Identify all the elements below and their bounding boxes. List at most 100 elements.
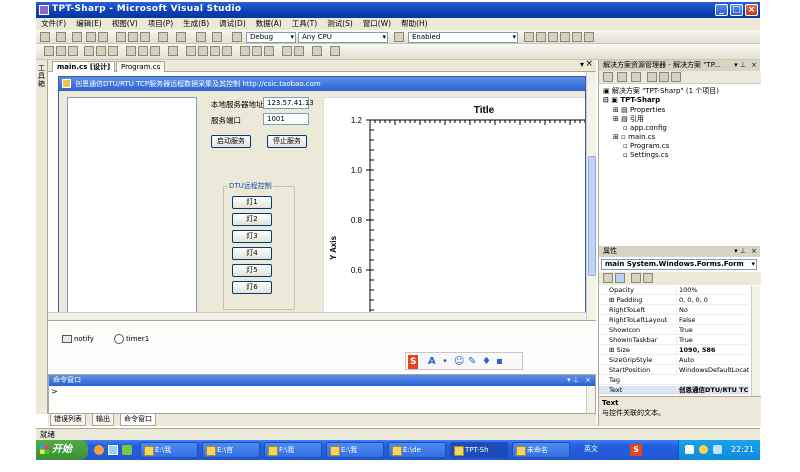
start-page-icon[interactable] xyxy=(572,32,582,42)
more-icon[interactable] xyxy=(584,32,594,42)
tab-command-window[interactable]: 命令窗口 xyxy=(120,414,156,426)
menu-file[interactable]: 文件(F) xyxy=(36,18,71,30)
taskbar-explorer-2[interactable]: E:\官 xyxy=(202,442,260,458)
solution-platform-select[interactable]: Any CPU xyxy=(298,32,388,43)
volume-icon[interactable] xyxy=(699,445,708,454)
property-row[interactable]: Text 创恩通信DTU/RTU TC xyxy=(599,386,749,395)
tab-output[interactable]: 输出 xyxy=(92,414,114,426)
property-row[interactable]: SizeGripStyle Auto xyxy=(599,356,749,365)
lamp-3-button[interactable]: 灯3 xyxy=(232,230,272,243)
quick-launch-desktop-icon[interactable] xyxy=(108,445,118,455)
save-icon[interactable] xyxy=(86,32,96,42)
command-window-close-icon[interactable]: × xyxy=(585,375,591,386)
network-icon[interactable] xyxy=(685,445,694,454)
menu-help[interactable]: 帮助(H) xyxy=(396,18,433,30)
find-icon[interactable] xyxy=(394,32,404,42)
ime-emoji-icon[interactable]: ☺ xyxy=(454,355,464,369)
lamp-4-button[interactable]: 灯4 xyxy=(232,247,272,260)
properties-view-icon[interactable] xyxy=(603,72,613,82)
start-button[interactable]: 开始 xyxy=(36,440,88,460)
message-listbox[interactable] xyxy=(67,97,197,319)
security-icon[interactable] xyxy=(713,445,722,454)
align-right-icon[interactable] xyxy=(68,46,78,56)
property-value[interactable]: True xyxy=(676,326,749,335)
property-value[interactable]: 创恩通信DTU/RTU TC xyxy=(676,386,749,395)
lock-controls-icon[interactable] xyxy=(330,46,340,56)
navigate-forward-icon[interactable] xyxy=(212,32,222,42)
navigate-back-icon[interactable] xyxy=(196,32,206,42)
ime-handwriting-icon[interactable]: ✎ xyxy=(468,355,476,369)
tree-properties[interactable]: ⊞ ▤ Properties xyxy=(613,106,665,115)
properties-object-select[interactable]: main System.Windows.Forms.Form xyxy=(601,259,757,270)
menu-project[interactable]: 项目(P) xyxy=(143,18,178,30)
solution-explorer-pin-icon[interactable]: ▾ ⊥ xyxy=(734,60,746,71)
tab-main-design[interactable]: main.cs [设计] xyxy=(52,61,116,72)
new-project-icon[interactable] xyxy=(40,32,50,42)
lamp-2-button[interactable]: 灯2 xyxy=(232,213,272,226)
solution-explorer-icon[interactable] xyxy=(524,32,534,42)
taskbar-explorer-1[interactable]: E:\我 xyxy=(140,442,198,458)
property-row[interactable]: ShowIcon True xyxy=(599,326,749,335)
property-value[interactable]: True xyxy=(676,336,749,345)
toolbox-label[interactable]: 工具箱 xyxy=(38,64,46,88)
property-value[interactable]: 1090, 586 xyxy=(676,346,749,355)
server-address-input[interactable]: 123.57.41.13 xyxy=(263,97,314,109)
properties-icon[interactable] xyxy=(536,32,546,42)
find-combo[interactable]: Enabled xyxy=(408,32,518,43)
ime-punctuation-icon[interactable]: • xyxy=(442,355,448,369)
align-top-icon[interactable] xyxy=(84,46,94,56)
property-row[interactable]: RightToLeftLayout False xyxy=(599,316,749,325)
lamp-5-button[interactable]: 灯5 xyxy=(232,264,272,277)
tree-program-cs[interactable]: ▫ Program.cs xyxy=(623,142,669,151)
start-service-button[interactable]: 启动服务 xyxy=(211,135,251,148)
start-debug-icon[interactable] xyxy=(232,32,242,42)
timer1-component[interactable]: timer1 xyxy=(126,335,149,343)
tree-references[interactable]: ⊞ ▤ 引用 xyxy=(613,115,644,124)
command-window-pin-icon[interactable]: ▾ ⊥ xyxy=(567,375,579,386)
quick-launch-media-icon[interactable] xyxy=(122,445,132,455)
property-value[interactable]: WindowsDefaultLocati xyxy=(676,366,749,375)
maximize-button[interactable]: □ xyxy=(730,4,743,16)
paste-icon[interactable] xyxy=(140,32,150,42)
align-bottom-icon[interactable] xyxy=(108,46,118,56)
property-value[interactable]: 0, 0, 0, 0 xyxy=(676,296,749,305)
property-value[interactable]: No xyxy=(676,306,749,315)
increase-spacing-icon[interactable] xyxy=(198,46,208,56)
taskbar-explorer-4[interactable]: E:\我 xyxy=(326,442,384,458)
tree-main-cs[interactable]: ⊞ ▫ main.cs xyxy=(613,133,655,142)
toolbox-strip[interactable]: 工具箱 xyxy=(36,60,48,414)
ime-tools-icon[interactable]: ▪ xyxy=(496,355,503,369)
solution-explorer-close-icon[interactable]: × xyxy=(751,60,757,71)
alphabetical-icon[interactable] xyxy=(615,273,625,283)
tree-solution[interactable]: ▣ 解决方案 "TPT-Sharp" (1 个项目) xyxy=(603,87,719,96)
property-row[interactable]: Tag xyxy=(599,376,749,385)
property-value[interactable]: 100% xyxy=(676,286,749,295)
property-value[interactable]: False xyxy=(676,316,749,325)
center-horizontally-icon[interactable] xyxy=(252,46,262,56)
menu-view[interactable]: 视图(V) xyxy=(107,18,143,30)
tree-settings-cs[interactable]: ▫ Settings.cs xyxy=(623,151,668,160)
property-row[interactable]: Opacity 100% xyxy=(599,286,749,295)
taskbar-explorer-5[interactable]: E:\de xyxy=(388,442,446,458)
tab-dropdown-icon[interactable]: ▾ xyxy=(580,60,584,69)
solution-config-select[interactable]: Debug xyxy=(246,32,296,43)
menu-tools[interactable]: 工具(T) xyxy=(287,18,322,30)
bring-to-front-icon[interactable] xyxy=(282,46,292,56)
tree-project[interactable]: ⊟ ▣ TPT-Sharp xyxy=(603,96,660,105)
align-left-icon[interactable] xyxy=(44,46,54,56)
size-to-grid-icon[interactable] xyxy=(168,46,178,56)
stop-service-button[interactable]: 停止服务 xyxy=(267,135,307,148)
same-width-icon[interactable] xyxy=(126,46,136,56)
align-center-icon[interactable] xyxy=(56,46,66,56)
same-size-icon[interactable] xyxy=(150,46,160,56)
decrease-spacing-icon[interactable] xyxy=(210,46,220,56)
properties-pin-icon[interactable]: ▾ ⊥ xyxy=(734,246,746,257)
property-row[interactable]: ShowInTaskbar True xyxy=(599,336,749,345)
ime-skin-icon[interactable]: ♦ xyxy=(482,355,491,369)
menu-edit[interactable]: 编辑(E) xyxy=(71,18,107,30)
menu-debug[interactable]: 调试(D) xyxy=(214,18,251,30)
lamp-6-button[interactable]: 灯6 xyxy=(232,281,272,294)
quick-launch-browser-icon[interactable] xyxy=(94,445,104,455)
designer-scroll-thumb[interactable] xyxy=(588,156,596,276)
class-diagram-icon[interactable] xyxy=(671,72,681,82)
